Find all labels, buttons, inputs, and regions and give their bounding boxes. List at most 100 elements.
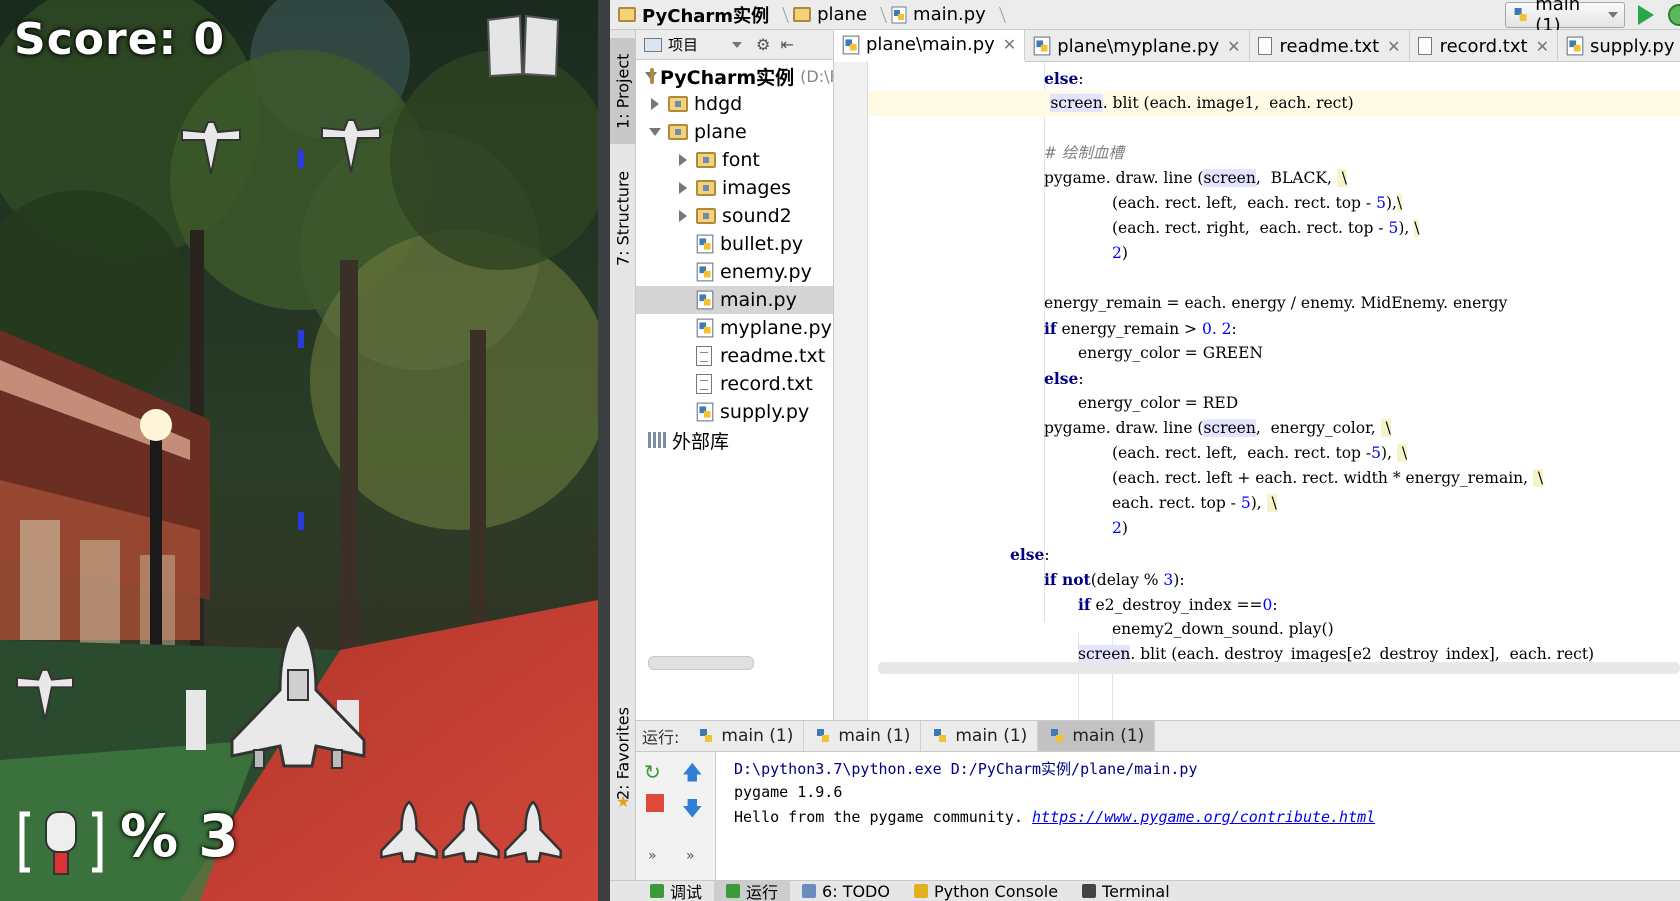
bottom-tab[interactable]: 6: TODO	[790, 881, 902, 901]
folder-icon	[668, 96, 688, 112]
star-icon: ★	[616, 792, 631, 811]
run-icon[interactable]	[1638, 5, 1654, 25]
python-file-icon	[1033, 36, 1051, 56]
code-line: enemy2_down_sound. play()	[1112, 620, 1334, 638]
tool-tab-project[interactable]: 1: Project	[610, 38, 636, 144]
tree-item[interactable]: hdgd	[636, 90, 833, 118]
editor-tab[interactable]: record.txt ✕	[1410, 30, 1558, 62]
python-icon	[700, 729, 713, 742]
gear-icon[interactable]: ⚙	[756, 35, 770, 54]
more-icon[interactable]: »	[648, 848, 657, 864]
more-icon[interactable]: »	[686, 848, 695, 864]
tree-item[interactable]: supply.py	[636, 398, 833, 426]
code-line: else:	[1044, 369, 1084, 388]
text-file-icon	[696, 374, 712, 394]
tool-tab-structure[interactable]: 7: Structure	[610, 160, 636, 276]
rerun-icon[interactable]: ↻	[644, 760, 661, 784]
game-window[interactable]: Score: 0 % 3	[0, 0, 598, 901]
run-console[interactable]: D:\python3.7\python.exe D:/PyCharm实例/pla…	[716, 752, 1680, 880]
tree-item[interactable]: plane	[636, 118, 833, 146]
close-icon[interactable]: ✕	[1536, 37, 1549, 56]
bottom-tab[interactable]: 运行	[714, 880, 791, 901]
bottom-tab-label: 运行	[746, 883, 779, 901]
expand-arrow-icon[interactable]	[648, 125, 662, 139]
console-line: pygame 1.9.6	[734, 783, 843, 801]
run-icon	[726, 884, 741, 898]
life-plane-icon	[504, 800, 562, 863]
code-line: 2)	[1112, 519, 1128, 537]
tree-item[interactable]: font	[636, 146, 833, 174]
bottom-tab[interactable]: 调试	[638, 881, 714, 901]
life-plane-icon	[442, 800, 500, 863]
breadcrumb-folder[interactable]: plane	[785, 0, 873, 30]
console-line: D:\python3.7\python.exe D:/PyCharm实例/pla…	[734, 760, 1198, 778]
expand-arrow-icon[interactable]	[676, 153, 690, 167]
tree-item-label: readme.txt	[720, 345, 826, 367]
close-icon[interactable]: ✕	[1003, 35, 1016, 54]
stop-icon[interactable]	[646, 794, 664, 812]
horizontal-scrollbar[interactable]	[648, 656, 754, 670]
folder-icon	[650, 68, 654, 84]
editor-tab-label: record.txt	[1439, 35, 1528, 57]
pygame-contribute-link[interactable]: https://www.pygame.org/contribute.html	[1032, 808, 1375, 826]
editor-tab[interactable]: plane\myplane.py ✕	[1025, 30, 1250, 62]
breadcrumb-file[interactable]: main.py	[883, 0, 992, 30]
tree-item-label: myplane.py	[720, 317, 832, 339]
folder-icon	[696, 208, 716, 224]
expand-arrow-icon[interactable]	[676, 209, 690, 223]
horizontal-scrollbar[interactable]	[878, 662, 1680, 674]
tree-item[interactable]: main.py	[636, 286, 833, 314]
bottom-tab[interactable]: Terminal	[1070, 881, 1182, 901]
tree-item-label: supply.py	[720, 401, 810, 423]
tree-item[interactable]: myplane.py	[636, 314, 833, 342]
tree-item[interactable]: readme.txt	[636, 342, 833, 370]
run-tabs: main (1) main (1) main (1) main (1)	[687, 721, 1156, 751]
pycharm-window: PyCharm实例 plane main.py main (1) 1: Proj…	[598, 0, 1680, 901]
run-tab[interactable]: main (1)	[804, 721, 922, 751]
expand-arrow-icon[interactable]	[676, 181, 690, 195]
run-tab[interactable]: main (1)	[687, 721, 805, 751]
bottom-tab-label: 调试	[670, 883, 703, 901]
tree-item[interactable]: record.txt	[636, 370, 833, 398]
python-file-icon	[696, 402, 714, 422]
code-editor[interactable]: else: screen. blit (each. image1, each. …	[834, 62, 1680, 720]
debug-icon[interactable]	[1668, 4, 1680, 26]
editor-tab[interactable]: plane\main.py ✕	[834, 30, 1026, 62]
bottom-tab-label: Python Console	[933, 881, 1059, 901]
bottom-tab[interactable]: Python Console	[902, 881, 1070, 901]
tree-item[interactable]: images	[636, 174, 833, 202]
chevron-down-icon[interactable]	[732, 41, 743, 48]
editor-tab[interactable]: supply.py	[1558, 30, 1680, 62]
close-icon[interactable]: ✕	[1227, 37, 1240, 56]
bullet	[298, 150, 304, 168]
bottom-tab-label: Terminal	[1102, 881, 1170, 901]
breadcrumb-project[interactable]: PyCharm实例	[610, 0, 775, 30]
close-icon[interactable]: ✕	[1387, 37, 1400, 56]
python-icon	[1051, 729, 1064, 742]
text-file-icon	[696, 346, 712, 366]
editor-gutter	[834, 62, 868, 720]
tree-item-label: bullet.py	[720, 233, 804, 255]
editor-tab[interactable]: readme.txt ✕	[1250, 30, 1410, 62]
tree-item[interactable]: enemy.py	[636, 258, 833, 286]
tree-item[interactable]: bullet.py	[636, 230, 833, 258]
tree-item[interactable]: sound2	[636, 202, 833, 230]
run-tab[interactable]: main (1)	[921, 721, 1039, 751]
arrow-down-icon[interactable]: 🡇	[682, 794, 703, 828]
tree-external-libs[interactable]: 外部库	[636, 426, 833, 454]
run-configuration-select[interactable]: main (1)	[1505, 0, 1625, 36]
code-line: pygame. draw. line (screen, BLACK, \	[1044, 169, 1347, 187]
code-line: # 绘制血槽	[1044, 144, 1124, 162]
code-line: energy_color = GREEN	[1078, 344, 1263, 362]
collapse-icon[interactable]: ⇤	[780, 35, 793, 54]
arrow-up-icon[interactable]: 🡅	[682, 758, 703, 792]
code-line: if energy_remain > 0. 2:	[1044, 319, 1237, 338]
text-file-icon	[1257, 37, 1272, 55]
debug-icon	[650, 884, 664, 898]
code-line: else:	[1044, 69, 1084, 88]
run-tab[interactable]: main (1)	[1038, 721, 1156, 751]
tree-root[interactable]: PyCharm实例 (D:\P	[636, 62, 833, 90]
editor-tab-label: plane\main.py	[866, 34, 995, 55]
expand-arrow-icon[interactable]	[648, 97, 662, 111]
pause-icon[interactable]	[480, 10, 566, 80]
